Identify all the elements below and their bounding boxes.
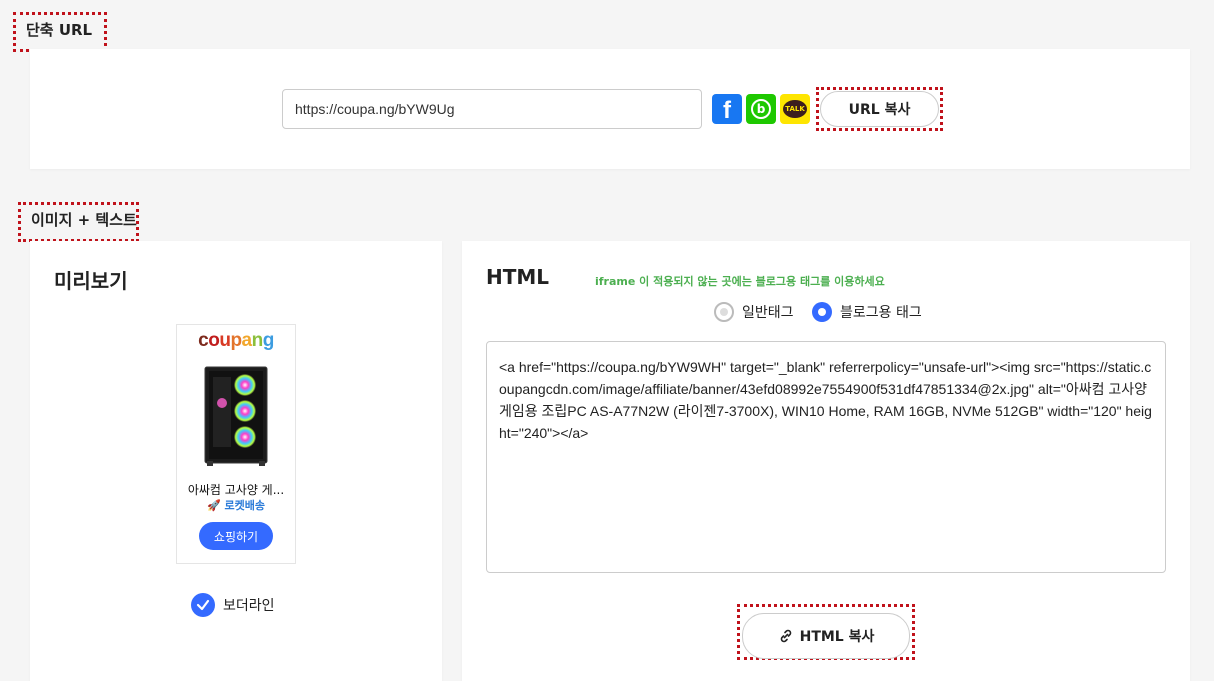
html-card: HTML iframe 이 적용되지 않는 곳에는 블로그용 태그를 이용하세요… (462, 241, 1190, 681)
image-text-section-label: 이미지 + 텍스트 (18, 202, 139, 242)
link-icon (780, 629, 791, 643)
band-share-button[interactable]: b (746, 94, 776, 124)
html-code-textarea[interactable]: <a href="https://coupa.ng/bYW9WH" target… (486, 341, 1166, 573)
html-copy-button[interactable]: HTML 복사 (742, 613, 910, 659)
product-name: 아싸컴 고사양 게... (187, 483, 285, 497)
coupang-logo: coupang (198, 330, 274, 351)
pc-case-image (204, 366, 268, 466)
rocket-delivery-badge: 🚀 로켓배송 (206, 499, 265, 512)
shop-button-label: 쇼핑하기 (213, 529, 259, 544)
kakaotalk-share-button[interactable]: TALK (780, 94, 810, 124)
radio-blog-label: 블로그용 태그 (840, 305, 922, 321)
facebook-icon: f (723, 97, 731, 124)
image-text-label-text: 이미지 + 텍스트 (31, 211, 137, 229)
facebook-share-button[interactable]: f (712, 94, 742, 124)
radio-general-tag[interactable]: 일반태그 (714, 302, 794, 322)
border-line-label: 보더라인 (223, 598, 275, 614)
short-url-section-label: 단축 URL (13, 12, 107, 52)
shop-button[interactable]: 쇼핑하기 (199, 522, 273, 550)
short-url-label-text: 단축 URL (26, 21, 93, 39)
check-icon (191, 593, 215, 617)
preview-title: 미리보기 (54, 269, 128, 293)
html-copy-label: HTML 복사 (799, 629, 875, 645)
radio-blog-tag[interactable]: 블로그용 태그 (812, 302, 922, 322)
border-line-checkbox[interactable]: 보더라인 (191, 593, 275, 617)
short-url-card: f b TALK URL 복사 (30, 49, 1190, 169)
kakaotalk-icon: TALK (783, 100, 807, 118)
band-icon: b (751, 99, 771, 119)
url-copy-button[interactable]: URL 복사 (820, 91, 939, 127)
radio-selected-icon (812, 302, 832, 322)
radio-unselected-icon (714, 302, 734, 322)
blog-tag-notice: iframe 이 적용되지 않는 곳에는 블로그용 태그를 이용하세요 (595, 275, 885, 288)
short-url-input[interactable] (282, 89, 702, 129)
product-banner[interactable]: coupang 아싸컴 고사양 게... 🚀 로켓배송 쇼핑하기 (176, 324, 296, 564)
html-title: HTML (486, 265, 550, 289)
url-copy-label: URL 복사 (848, 102, 911, 118)
preview-card: 미리보기 coupang 아싸컴 고사양 게... 🚀 로켓배송 쇼핑하기 보더… (30, 241, 442, 681)
radio-general-label: 일반태그 (742, 305, 794, 321)
